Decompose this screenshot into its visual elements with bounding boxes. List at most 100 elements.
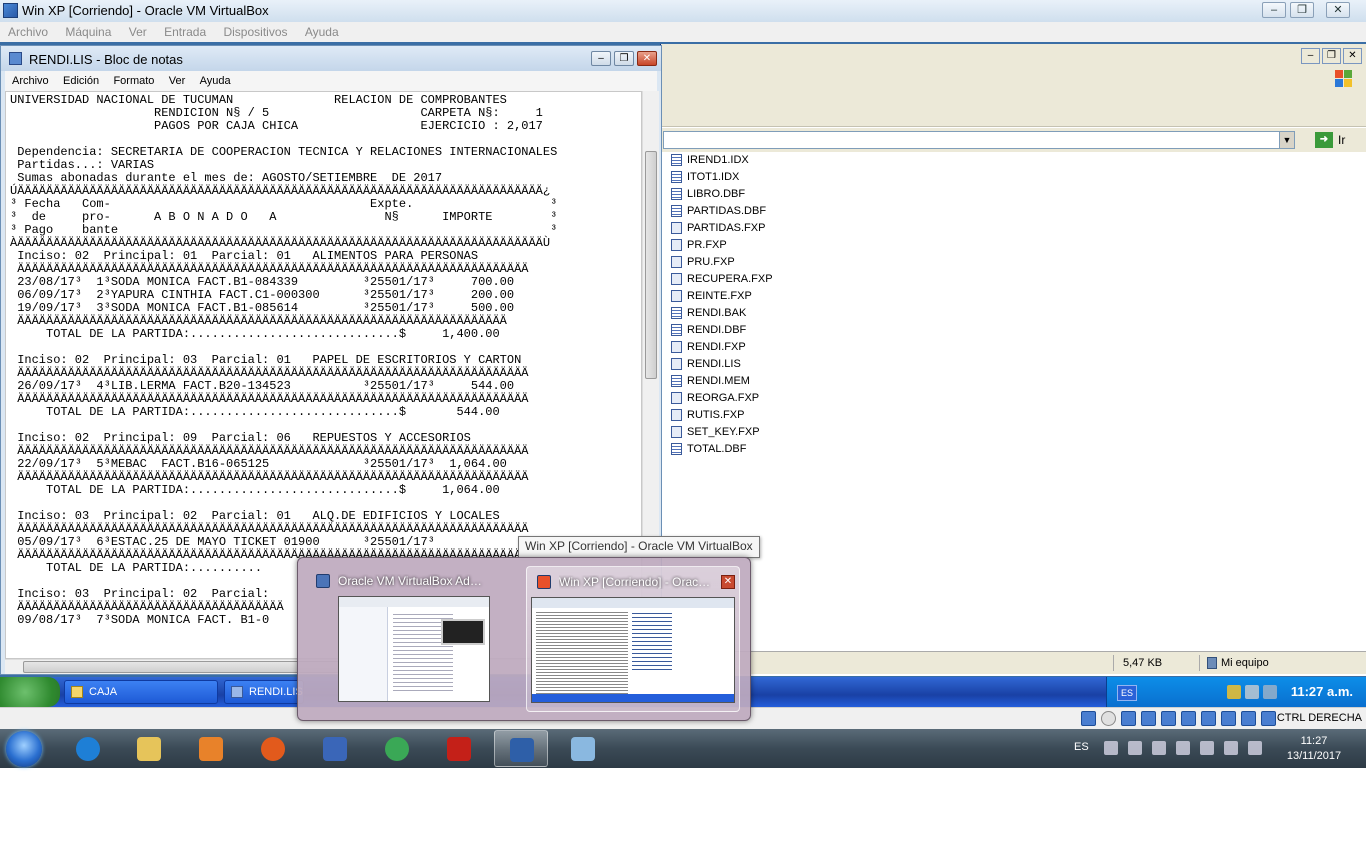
guest-language-indicator[interactable]: ES: [1117, 685, 1137, 701]
file-item[interactable]: PARTIDAS.FXP: [671, 220, 871, 237]
file-item[interactable]: PRU.FXP: [671, 254, 871, 271]
action-center-icon[interactable]: [1104, 741, 1118, 755]
menu-ver[interactable]: Ver: [129, 22, 147, 42]
file-item[interactable]: PARTIDAS.DBF: [671, 203, 871, 220]
file-item[interactable]: REINTE.FXP: [671, 288, 871, 305]
taskbar-app-acrobat-reader[interactable]: [432, 730, 486, 767]
taskbar-app-firefox[interactable]: [246, 730, 300, 767]
taskbar-thumbnail-preview: Oracle VM VirtualBox Administr... Win XP…: [297, 557, 751, 721]
notepad-menu-formato[interactable]: Formato: [113, 71, 154, 91]
file-item[interactable]: RUTIS.FXP: [671, 407, 871, 424]
file-item[interactable]: REORGA.FXP: [671, 390, 871, 407]
tray-app-icon[interactable]: [1200, 741, 1214, 755]
host-date: 13/11/2017: [1286, 750, 1342, 762]
menu-ayuda[interactable]: Ayuda: [305, 22, 339, 42]
menu-entrada[interactable]: Entrada: [164, 22, 206, 42]
file-item[interactable]: LIBRO.DBF: [671, 186, 871, 203]
address-dropdown-icon[interactable]: ▼: [1279, 132, 1294, 148]
go-arrow-icon[interactable]: ➜: [1315, 132, 1333, 148]
taskbar-tooltip: Win XP [Corriendo] - Oracle VM VirtualBo…: [518, 536, 760, 558]
network-icon[interactable]: [1263, 685, 1277, 699]
file-name: REORGA.FXP: [687, 392, 760, 404]
notepad-menu-edicion[interactable]: Edición: [63, 71, 99, 91]
notepad-title-bar: RENDI.LIS - Bloc de notas – ❐ ✕: [1, 46, 661, 71]
address-input[interactable]: ▼: [663, 131, 1295, 149]
cpu-icon[interactable]: [1241, 711, 1256, 726]
restore-button[interactable]: ❐: [1290, 2, 1314, 18]
file-item[interactable]: RENDI.MEM: [671, 373, 871, 390]
explorer-status-bar: 5,47 KB Mi equipo: [661, 651, 1366, 674]
taskbar-app-chrome[interactable]: [370, 730, 424, 767]
file-item[interactable]: TOTAL.DBF: [671, 441, 871, 458]
tray-icon[interactable]: [1245, 685, 1259, 699]
audio-icon[interactable]: [1121, 711, 1136, 726]
taskbar-app-file-explorer[interactable]: [122, 730, 176, 767]
notepad-menu-archivo[interactable]: Archivo: [12, 71, 49, 91]
taskbar-app-media-player[interactable]: [184, 730, 238, 767]
shared-folders-icon[interactable]: [1181, 711, 1196, 726]
explorer-close-button[interactable]: ✕: [1343, 48, 1362, 64]
thumbnail-virtualbox-manager[interactable]: Oracle VM VirtualBox Administr...: [306, 566, 520, 712]
file-explorer-icon: [137, 737, 161, 761]
go-button-label[interactable]: Ir: [1338, 133, 1345, 147]
guest-task-label: CAJA: [89, 686, 118, 698]
file-name: PARTIDAS.FXP: [687, 222, 766, 234]
notepad-menu-ver[interactable]: Ver: [169, 71, 186, 91]
taskbar-app-internet-explorer[interactable]: [61, 730, 115, 767]
host-language-indicator[interactable]: ES: [1074, 741, 1089, 753]
file-item[interactable]: RENDI.BAK: [671, 305, 871, 322]
taskbar-app-virtualbox[interactable]: [494, 730, 548, 767]
file-name: LIBRO.DBF: [687, 188, 746, 200]
start-orb-icon[interactable]: [6, 731, 42, 767]
close-button[interactable]: ✕: [1326, 2, 1350, 18]
explorer-toolbar: [661, 92, 1366, 127]
file-item[interactable]: RENDI.DBF: [671, 322, 871, 339]
file-item[interactable]: PR.FXP: [671, 237, 871, 254]
mouse-integration-icon[interactable]: [1261, 711, 1276, 726]
database-file-icon: [671, 375, 682, 387]
network-icon[interactable]: [1224, 741, 1238, 755]
guest-start-button[interactable]: [0, 677, 60, 707]
tray-app-icon[interactable]: [1152, 741, 1166, 755]
notepad-maximize-button[interactable]: ❐: [614, 51, 634, 66]
display-icon[interactable]: [1201, 711, 1216, 726]
file-item[interactable]: SET_KEY.FXP: [671, 424, 871, 441]
file-item[interactable]: ITOT1.IDX: [671, 169, 871, 186]
taskbar-app-thunderbird[interactable]: [308, 730, 362, 767]
guest-task-rendi[interactable]: RENDI.LIS: [224, 680, 304, 704]
file-item[interactable]: IREND1.IDX: [671, 152, 871, 169]
vertical-scroll-thumb[interactable]: [645, 151, 657, 379]
network-adapter-icon[interactable]: [1141, 711, 1156, 726]
host-time: 11:27: [1300, 735, 1328, 747]
taskbar-app-paint[interactable]: [556, 730, 610, 767]
shield-icon[interactable]: [1227, 685, 1241, 699]
optical-drive-icon[interactable]: [1101, 711, 1116, 726]
thumbnail-image: [338, 596, 490, 702]
explorer-restore-button[interactable]: ❐: [1322, 48, 1341, 64]
file-name: TOTAL.DBF: [687, 443, 747, 455]
thumbnail-close-button[interactable]: ✕: [721, 575, 735, 589]
file-name: REINTE.FXP: [687, 290, 752, 302]
chrome-icon: [385, 737, 409, 761]
notepad-minimize-button[interactable]: –: [591, 51, 611, 66]
file-item[interactable]: RENDI.FXP: [671, 339, 871, 356]
notepad-close-button[interactable]: ✕: [637, 51, 657, 66]
volume-icon[interactable]: [1248, 741, 1262, 755]
hard-disk-icon[interactable]: [1081, 711, 1096, 726]
guest-task-label: RENDI.LIS: [249, 686, 303, 698]
menu-dispositivos[interactable]: Dispositivos: [223, 22, 287, 42]
guest-task-caja[interactable]: CAJA: [64, 680, 218, 704]
tray-app-icon[interactable]: [1176, 741, 1190, 755]
recording-icon[interactable]: [1221, 711, 1236, 726]
tray-app-icon[interactable]: [1128, 741, 1142, 755]
file-item[interactable]: RENDI.LIS: [671, 356, 871, 373]
menu-maquina[interactable]: Máquina: [65, 22, 111, 42]
thumbnail-win-xp[interactable]: Win XP [Corriendo] - Oracle ... ✕: [526, 566, 740, 712]
menu-archivo[interactable]: Archivo: [8, 22, 48, 42]
minimize-button[interactable]: –: [1262, 2, 1286, 18]
host-clock[interactable]: 11:27 13/11/2017: [1284, 734, 1344, 764]
file-item[interactable]: RECUPERA.FXP: [671, 271, 871, 288]
usb-icon[interactable]: [1161, 711, 1176, 726]
notepad-menu-ayuda[interactable]: Ayuda: [200, 71, 231, 91]
explorer-minimize-button[interactable]: –: [1301, 48, 1320, 64]
